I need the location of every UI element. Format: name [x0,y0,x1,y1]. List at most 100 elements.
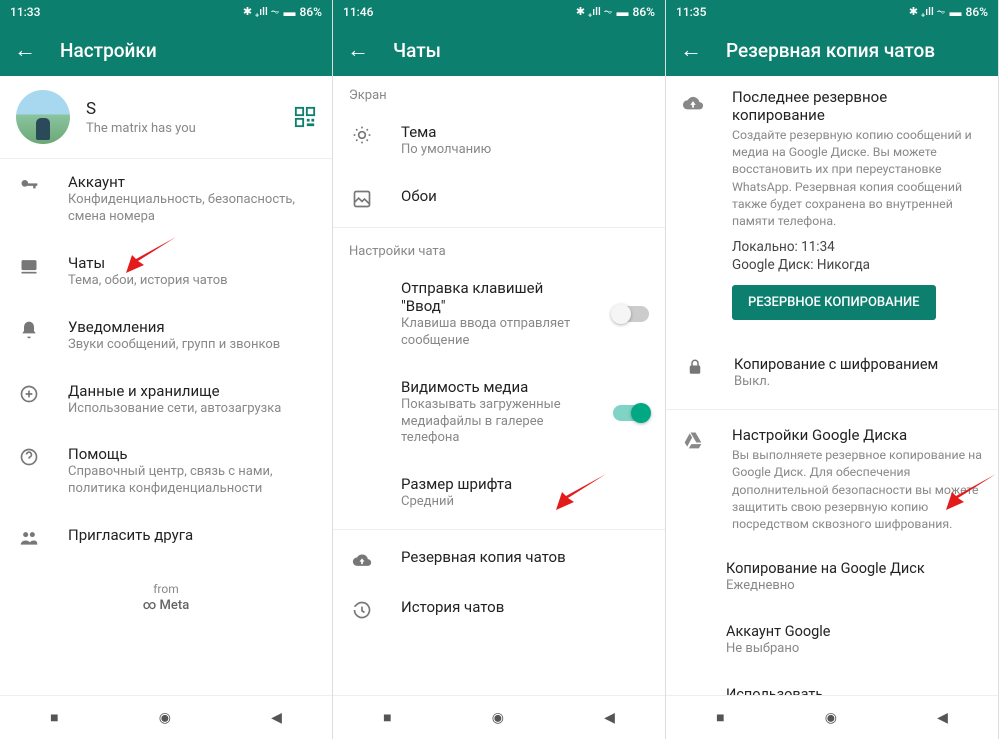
item-title: Пригласить друга [68,526,316,544]
item-media-visibility[interactable]: Видимость медиа Показывать загруженные м… [333,364,665,462]
qr-icon[interactable] [294,106,316,128]
settings-item-data[interactable]: Данные и хранилище Использование сети, а… [0,368,332,432]
nav-recents[interactable]: ■ [383,709,391,726]
item-sub: Тема, обои, история чатов [68,273,316,290]
item-title: Копирование на Google Диск [726,560,982,577]
item-backup-over[interactable]: Использовать только Wi-Fi [666,672,998,695]
item-sub: Использование сети, автозагрузка [68,401,316,418]
status-time: 11:33 [10,5,40,19]
history-icon [351,598,373,620]
nav-home[interactable]: ◉ [159,710,171,726]
drive-icon [682,426,704,534]
item-title: Видимость медиа [401,378,585,396]
item-title: Обои [401,187,649,205]
settings-item-invite[interactable]: Пригласить друга [0,512,332,562]
lock-icon [684,356,706,391]
toggle-media-visibility[interactable] [613,405,649,421]
item-sub: Звуки сообщений, групп и звонков [68,337,316,354]
item-encrypted-backup[interactable]: Копирование с шифрованием Выкл. [666,342,998,405]
item-sub: Не выбрано [726,641,982,658]
battery-pct: 86% [633,5,655,19]
profile-status: The matrix has you [86,121,278,136]
item-sub: Средний [401,494,649,511]
item-sub: Клавиша ввода отправляет сообщение [401,316,585,350]
item-title: Использовать [726,686,982,695]
avatar [16,90,70,144]
navbar: ■ ◉ ◀ [666,695,998,739]
footer-brand: from ∞ Meta [0,562,332,633]
people-icon [18,526,40,548]
item-title: Тема [401,123,649,141]
header: ← Настройки [0,24,332,76]
status-icons: ✱ ₊ıll ⏦ [243,5,280,19]
item-title: Резервная копия чатов [401,548,649,566]
item-sub: Выкл. [734,374,982,391]
item-title: Аккаунт Google [726,623,982,640]
help-icon [18,445,40,498]
nav-home[interactable]: ◉ [825,710,837,726]
back-icon[interactable]: ← [14,37,36,63]
page-title: Резервная копия чатов [726,39,935,62]
item-wallpaper[interactable]: Обои [333,173,665,223]
navbar: ■ ◉ ◀ [333,695,665,739]
item-sub: По умолчанию [401,142,649,159]
item-title: Размер шрифта [401,475,649,493]
settings-item-help[interactable]: Помощь Справочный центр, связь с нами, п… [0,431,332,512]
profile-row[interactable]: S The matrix has you [0,76,332,159]
settings-item-account[interactable]: Аккаунт Конфиденциальность, безопасность… [0,159,332,240]
status-time: 11:46 [343,5,373,19]
wallpaper-icon [351,187,373,209]
meta-logo: ∞ Meta [0,598,332,613]
settings-item-notifications[interactable]: Уведомления Звуки сообщений, групп и зво… [0,304,332,368]
backup-button[interactable]: РЕЗЕРВНОЕ КОПИРОВАНИЕ [732,285,936,320]
key-icon [18,173,40,226]
nav-back[interactable]: ◀ [937,710,948,726]
item-sub: Ежедневно [726,578,982,595]
status-bar: 11:33 ✱ ₊ıll ⏦ ▬ 86% [0,0,332,24]
cloud-up-icon [682,88,704,330]
battery-icon: ▬ [950,5,962,19]
nav-recents[interactable]: ■ [50,709,58,726]
item-title: Помощь [68,445,316,463]
toggle-enter-send[interactable] [613,306,649,322]
local-backup-time: Локально: 11:34 [732,239,982,255]
data-icon [18,382,40,418]
item-enter-send[interactable]: Отправка клавишей "Ввод" Клавиша ввода о… [333,265,665,364]
battery-pct: 86% [966,5,988,19]
navbar: ■ ◉ ◀ [0,695,332,739]
nav-home[interactable]: ◉ [492,710,504,726]
last-backup-desc: Создайте резервную копию сообщений и мед… [732,128,982,231]
page-title: Чаты [393,39,441,62]
item-title: Чаты [68,254,316,272]
nav-back[interactable]: ◀ [604,710,615,726]
status-icons: ✱ ₊ıll ⏦ [576,5,613,19]
last-backup-block: Последнее резервное копирование Создайте… [666,76,998,342]
item-title: Уведомления [68,318,316,336]
last-backup-title: Последнее резервное копирование [732,88,982,124]
bell-icon [18,318,40,354]
item-title: Аккаунт [68,173,316,191]
item-chat-history[interactable]: История чатов [333,584,665,634]
back-icon[interactable]: ← [347,37,369,63]
settings-item-chats[interactable]: Чаты Тема, обои, история чатов [0,240,332,304]
battery-icon: ▬ [617,5,629,19]
item-font-size[interactable]: Размер шрифта Средний [333,461,665,525]
nav-recents[interactable]: ■ [716,709,724,726]
drive-settings-desc: Вы выполняете резервное копирование на G… [732,448,982,534]
header: ← Резервная копия чатов [666,24,998,76]
drive-settings-title: Настройки Google Диска [732,426,982,444]
from-label: from [0,582,332,596]
item-google-account[interactable]: Аккаунт Google Не выбрано [666,609,998,672]
item-chat-backup[interactable]: Резервная копия чатов [333,534,665,584]
gdrive-backup-time: Google Диск: Никогда [732,257,982,273]
cloud-up-icon [351,548,373,570]
back-icon[interactable]: ← [680,37,702,63]
section-display: Экран [333,76,665,109]
item-backup-to-drive[interactable]: Копирование на Google Диск Ежедневно [666,546,998,609]
item-title: История чатов [401,598,649,616]
nav-back[interactable]: ◀ [271,710,282,726]
item-sub: Конфиденциальность, безопасность, смена … [68,192,316,226]
section-chat-settings: Настройки чата [333,232,665,265]
item-theme[interactable]: Тема По умолчанию [333,109,665,173]
item-title: Копирование с шифрованием [734,356,982,373]
